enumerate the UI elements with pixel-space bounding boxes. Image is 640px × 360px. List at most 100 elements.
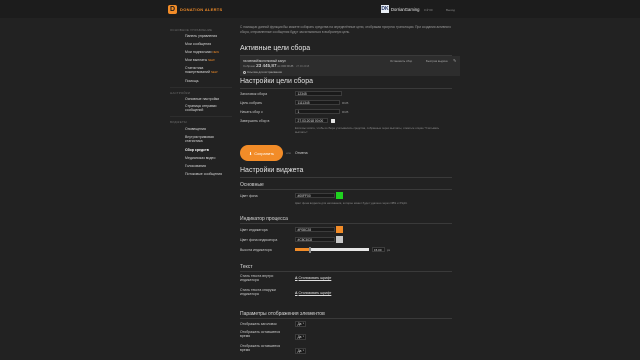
goal-title-input[interactable]: 12345 — [295, 91, 342, 96]
goal-settings-title: Настройки цели сбора — [240, 78, 313, 85]
show-time-select[interactable]: Да ▾ — [295, 334, 306, 340]
save-button-label: Сохранить — [254, 150, 275, 156]
sidebar-item-help[interactable]: Помощь — [185, 79, 230, 83]
style-font-outside-button[interactable]: AСтилизовать шрифт — [295, 291, 331, 295]
stop-goal-button[interactable]: Остановить сбор — [390, 59, 412, 63]
show-title-select[interactable]: Да ▾ — [295, 321, 306, 327]
sidebar-item-label: Мои подписчики — [185, 50, 212, 54]
new-badge: NEW — [212, 50, 219, 54]
or-text: или — [286, 151, 292, 155]
sidebar-section-title: Основное управление — [170, 28, 213, 32]
sidebar-item-payouts[interactable]: Мои выплатыNEW — [185, 58, 230, 62]
sidebar-item-send-page[interactable]: Страница отправки сообщений — [185, 104, 230, 113]
sidebar-item-label: Помощь — [185, 79, 199, 83]
chevron-down-icon: ▾ — [302, 335, 304, 338]
save-button[interactable]: ⬇ Сохранить — [240, 145, 283, 161]
goal-collected-prefix: Собрано — [243, 64, 256, 69]
sidebar-item-media[interactable]: Медиапоказ видео — [185, 156, 230, 160]
cancel-link[interactable]: Отмена — [295, 151, 308, 155]
copy-link-label: Ссылка для встраивания — [247, 70, 283, 74]
divider — [170, 87, 232, 88]
sidebar-item-label: Потоковые сообщения — [185, 172, 222, 176]
goal-total: из 000 RUB — [277, 64, 294, 69]
sidebar-item-label: Голосования — [185, 164, 206, 168]
payouts-hint: Если вы хотите, чтобы в сборе учитывалис… — [295, 126, 440, 134]
bg-color-input[interactable]: #00FF00 — [295, 193, 335, 198]
quick-payout-button[interactable]: Быстрая выдача — [426, 59, 448, 63]
show-time-label: Отображать оставшееся время — [240, 330, 281, 339]
divider — [240, 271, 452, 272]
divider — [170, 116, 232, 117]
active-goal-card: на мелкий/молотковый закуп Собрано 23 44… — [240, 56, 460, 76]
copy-link-button[interactable]: Ссылка для встраивания — [243, 70, 282, 74]
avatar[interactable]: DK — [381, 5, 389, 13]
username[interactable]: DorrianGaming — [391, 7, 419, 12]
indicator-bg-swatch[interactable] — [336, 236, 343, 243]
slider-fill — [295, 248, 310, 251]
start-amount-input[interactable]: 1 — [295, 109, 340, 114]
logout-link[interactable]: Выход — [446, 8, 455, 12]
divider — [240, 88, 452, 89]
select-value: Да — [297, 335, 302, 339]
style-font-label: Стилизовать шрифт — [298, 276, 332, 280]
style-font-inside-button[interactable]: AСтилизовать шрифт — [295, 276, 331, 280]
indicator-height-unit: px — [387, 248, 391, 252]
indicator-height-slider[interactable] — [295, 246, 369, 253]
sidebar-item-alerts[interactable]: Оповещения — [185, 127, 230, 131]
display-section-title: Параметры отображения элементов — [240, 311, 325, 317]
widget-settings-title: Настройки виджета — [240, 167, 304, 174]
sidebar-item-messages[interactable]: Мои сообщения — [185, 42, 230, 46]
sidebar-item-stream-stats[interactable]: Внутристримовая статистика — [185, 135, 230, 144]
active-goals-title: Активные цели сбора — [240, 45, 311, 52]
sidebar-section-title: Виджеты — [170, 120, 187, 124]
sidebar-item-label: Внутристримовая статистика — [185, 135, 214, 144]
sidebar-item-label: Сбор средств — [185, 148, 209, 152]
chevron-down-icon: ▾ — [302, 349, 304, 352]
sidebar-item-fundraising[interactable]: Сбор средств — [185, 148, 230, 152]
sidebar-item-stream-messages[interactable]: Потоковые сообщения — [185, 172, 230, 176]
indicator-bg-input[interactable]: #C8C8C8 — [295, 237, 335, 242]
indicator-color-swatch[interactable] — [336, 226, 343, 233]
main-content: С помощью данной функции Вы можете собир… — [232, 18, 460, 360]
edit-icon[interactable]: ✎ — [453, 58, 456, 63]
show-remaining-label: Отображать оставшееся время — [240, 344, 281, 353]
indicator-height-label: Высота индикатора — [240, 248, 272, 252]
bg-color-label: Цвет фона — [240, 194, 258, 198]
sidebar-item-dashboard[interactable]: Панель управления — [185, 34, 230, 38]
sidebar-item-subscribers[interactable]: Мои подписчикиNEW — [185, 50, 230, 54]
sidebar-item-label: Страница отправки сообщений — [185, 104, 217, 113]
brand-name[interactable]: DONATION ALERTS — [180, 7, 223, 12]
font-icon: A — [295, 276, 298, 280]
style-font-label: Стилизовать шрифт — [298, 291, 332, 295]
goal-title-label: Заголовок сбора — [240, 92, 268, 96]
start-amount-unit: RUB — [342, 110, 349, 114]
logo-icon[interactable]: D — [168, 5, 177, 14]
sidebar-item-label: Мои сообщения — [185, 42, 212, 46]
indicator-color-label: Цвет индикатора — [240, 228, 268, 232]
sidebar-section-title: Настройки — [170, 91, 191, 95]
save-icon: ⬇ — [248, 150, 253, 156]
end-date-label: Завершить сбор в — [240, 119, 270, 123]
bg-color-hint: Цвет фона виджета для наложения, которое… — [295, 201, 408, 205]
sidebar-item-label: Основные настройки — [185, 97, 220, 101]
sidebar-item-label: Медиапоказ видео — [185, 156, 216, 160]
end-date-input[interactable]: 27.03.2018 00:00 — [295, 118, 328, 123]
indicator-color-input[interactable]: #F08C28 — [295, 227, 335, 232]
slider-handle[interactable] — [308, 246, 311, 253]
sidebar-item-basic-settings[interactable]: Основные настройки — [185, 97, 230, 101]
sidebar-item-statistics[interactable]: Статистика пожертвованийNEW — [185, 66, 230, 75]
top-bar: D DONATION ALERTS DK DorrianGaming 0 ₽ 0… — [0, 0, 640, 18]
sidebar-item-label: Статистика пожертвований — [185, 66, 210, 75]
count-payouts-checkbox[interactable] — [331, 119, 335, 123]
divider — [240, 318, 452, 319]
show-remaining-select[interactable]: Да ▾ — [295, 348, 306, 354]
goal-collected: Собрано 23 445,87 из 000 RUB 27.03.2018 — [243, 63, 309, 68]
start-amount-label: Начать сбор с — [240, 110, 263, 114]
goal-amount-input[interactable]: 1111345 — [295, 100, 340, 105]
bg-color-swatch[interactable] — [336, 192, 343, 199]
sidebar-item-polls[interactable]: Голосования — [185, 164, 230, 168]
goal-date: 27.03.2018 — [296, 65, 310, 69]
indicator-height-input[interactable]: 15.00 — [372, 247, 385, 252]
goal-collected-amount: 23 445,87 — [256, 63, 277, 69]
divider — [240, 223, 452, 224]
